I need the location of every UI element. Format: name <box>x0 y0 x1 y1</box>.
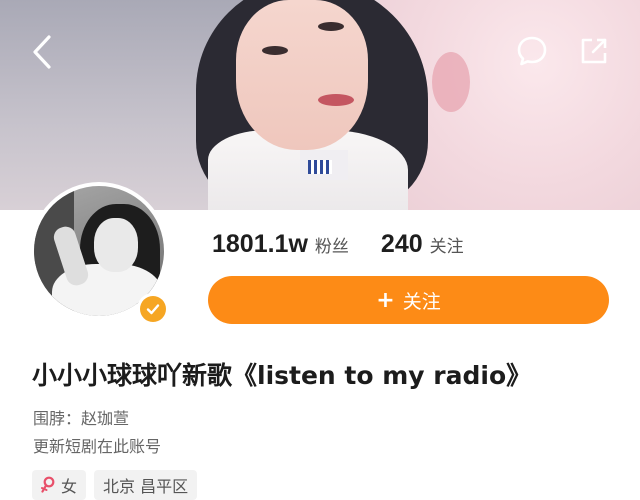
comment-button[interactable] <box>512 31 552 71</box>
cover-photo <box>0 0 640 210</box>
cover-person-eye <box>318 22 344 31</box>
following-count[interactable]: 240 <box>381 230 423 259</box>
avatar-face <box>94 218 138 272</box>
back-button[interactable] <box>22 30 62 74</box>
follow-button-label: 关注 <box>402 290 441 313</box>
plus-icon: + <box>376 287 395 313</box>
gender-tag: 女 <box>32 470 87 500</box>
cover-person-face <box>236 0 368 150</box>
chevron-left-icon <box>33 35 51 69</box>
followers-count[interactable]: 1801.1w <box>212 230 308 259</box>
followers-label[interactable]: 粉丝 <box>315 232 349 257</box>
cover-person-eye <box>262 46 288 55</box>
cover-person-lips <box>318 94 354 106</box>
female-symbol-icon <box>41 476 55 494</box>
comment-bubble-icon <box>517 36 547 66</box>
verified-check-icon <box>140 296 166 322</box>
cover-decor <box>432 52 470 112</box>
following-label[interactable]: 关注 <box>430 232 464 257</box>
profile-name: 小小小球球吖新歌《listen to my radio》 <box>32 361 532 390</box>
check-icon <box>146 304 160 315</box>
share-external-icon <box>581 38 607 64</box>
location-tag: 北京 昌平区 <box>94 470 198 500</box>
follow-button[interactable]: + 关注 <box>208 276 609 324</box>
cover-person-stripe <box>308 160 332 174</box>
share-button[interactable] <box>574 31 614 71</box>
location-label: 北京 昌平区 <box>103 477 189 496</box>
verified-badge <box>137 293 169 325</box>
bio-line: 更新短剧在此账号 <box>33 437 162 456</box>
profile-stats: 1801.1w 粉丝 240 关注 <box>212 230 464 266</box>
bio-line: 围脖：赵珈萱 <box>33 409 130 428</box>
gender-label: 女 <box>61 477 78 496</box>
profile-tags: 女 北京 昌平区 <box>32 470 198 500</box>
